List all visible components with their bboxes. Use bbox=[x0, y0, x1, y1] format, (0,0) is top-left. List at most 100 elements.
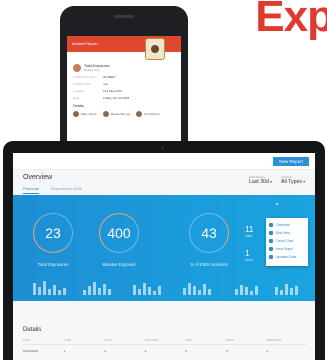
bar-chart-icon bbox=[269, 231, 273, 235]
tab-personal[interactable]: Personal bbox=[23, 186, 39, 194]
mini-stat-value: 11 bbox=[245, 225, 254, 234]
table-cell: 9 bbox=[185, 349, 187, 353]
table-cell: 4 bbox=[144, 349, 147, 353]
person-avatar-icon bbox=[102, 111, 109, 117]
row-key: Incident Number bbox=[73, 75, 96, 79]
tablet-device: New Report Overview Personal Department … bbox=[3, 141, 325, 360]
stat-label: Minutes Exposed bbox=[102, 262, 136, 267]
stat-label: % of EMS Incidents bbox=[190, 262, 228, 267]
gauge-icon[interactable]: ◔ bbox=[274, 200, 286, 212]
brand-wordmark: Exp bbox=[255, 0, 327, 41]
overview-tabs: Personal Department Wide bbox=[23, 186, 82, 194]
tablet-screen: New Report Overview Personal Department … bbox=[13, 153, 315, 360]
row-value: 123 Street Rd bbox=[103, 89, 122, 93]
table-cell: 10/02/2018 bbox=[23, 349, 39, 353]
stat-value: 43 bbox=[201, 225, 217, 241]
column-header[interactable]: PERSONAL bbox=[266, 338, 307, 342]
row-value: Yes bbox=[103, 82, 108, 86]
mini-stat: 1 Level bbox=[245, 249, 253, 262]
phone-section-title: Details bbox=[73, 104, 84, 108]
top-bar: New Report bbox=[13, 153, 315, 169]
phone-user: Total Exposures Details here bbox=[73, 64, 175, 72]
clock-icon bbox=[269, 223, 273, 227]
person-avatar-icon bbox=[136, 111, 143, 117]
person-name: Mary Jones bbox=[81, 111, 97, 116]
menu-item-label: Heat Graph bbox=[276, 247, 294, 251]
menu-item-overview[interactable]: Overview bbox=[269, 221, 305, 229]
mini-stat-value: 1 bbox=[245, 249, 250, 258]
phone-speaker bbox=[114, 15, 134, 18]
mini-bar-chart bbox=[183, 279, 211, 295]
trend-icon bbox=[269, 239, 273, 243]
new-report-button[interactable]: New Report bbox=[273, 157, 309, 166]
avatar bbox=[73, 64, 81, 72]
phone-user-sub: Details here bbox=[84, 68, 101, 72]
table-cell: 1 bbox=[63, 349, 66, 353]
phone-header: Incident Report bbox=[67, 36, 181, 60]
phone-content: Total Exposures Details here Incident Nu… bbox=[67, 52, 181, 117]
menu-item-label: Trend Chart bbox=[276, 239, 294, 243]
page-title: Overview bbox=[23, 174, 53, 181]
phone-device: Incident Report Total Exposures Details … bbox=[60, 6, 188, 148]
phone-people: Mary Jones Samantha Lee Tom Peters bbox=[73, 111, 175, 117]
stat-ring: 43 bbox=[189, 213, 229, 253]
person-chip[interactable]: Tom Peters bbox=[136, 111, 159, 117]
date-range-select[interactable]: Date Range Last 30d bbox=[249, 175, 272, 185]
table-row[interactable]: 10/02/2018 1 4 4 9 3 4 bbox=[23, 349, 307, 353]
column-header[interactable]: TYPE bbox=[64, 338, 105, 342]
menu-item-heat-graph[interactable]: Heat Graph bbox=[269, 245, 305, 253]
menu-item-label: Updated Data bbox=[276, 255, 297, 259]
column-header[interactable]: MINS bbox=[185, 338, 226, 342]
person-chip[interactable]: Mary Jones bbox=[73, 111, 97, 117]
details-section: Details DATE TYPE TOTAL EXPOSED MINS LEV… bbox=[13, 301, 315, 360]
mini-stat: 11 Total bbox=[245, 225, 253, 238]
menu-item-stat-view[interactable]: Stat View bbox=[269, 229, 305, 237]
mini-bar-chart bbox=[275, 279, 298, 295]
view-menu: Overview Stat View Trend Chart Heat Grap… bbox=[266, 218, 308, 266]
department-badge-icon bbox=[145, 38, 165, 60]
table-header: DATE TYPE TOTAL EXPOSED MINS LEVEL PERSO… bbox=[23, 338, 307, 345]
person-avatar-icon bbox=[73, 111, 79, 117]
refresh-icon bbox=[269, 255, 273, 259]
row-value: IN-18827 bbox=[103, 75, 116, 79]
overview-header: Overview Personal Department Wide Date R… bbox=[13, 169, 315, 195]
section-title: Details bbox=[23, 327, 42, 333]
phone-row: Location 123 Street Rd bbox=[73, 89, 175, 93]
table-cell: 4 bbox=[266, 349, 269, 353]
stat-ring: 23 bbox=[33, 213, 73, 253]
stat-label: Total Exposures bbox=[37, 262, 69, 267]
mini-bar-chart bbox=[83, 279, 111, 295]
phone-row: Incident Type Yes bbox=[73, 82, 175, 86]
column-header[interactable]: TOTAL bbox=[104, 338, 145, 342]
phone-screen: Incident Report Total Exposures Details … bbox=[67, 36, 181, 148]
phone-row: Incident Number IN-18827 bbox=[73, 75, 175, 79]
person-chip[interactable]: Samantha Lee bbox=[102, 111, 131, 117]
tab-department-wide[interactable]: Department Wide bbox=[51, 186, 82, 194]
tablet-camera bbox=[161, 146, 164, 149]
stat-value: 23 bbox=[45, 225, 61, 241]
mini-bar-chart bbox=[133, 279, 161, 295]
date-range-value: Last 30d bbox=[249, 179, 272, 185]
menu-item-updated-data[interactable]: Updated Data bbox=[269, 253, 305, 261]
mini-bar-chart bbox=[33, 279, 66, 295]
row-key: Location bbox=[73, 89, 85, 93]
menu-item-label: Overview bbox=[276, 223, 290, 227]
column-header[interactable]: LEVEL bbox=[226, 338, 267, 342]
column-header[interactable]: DATE bbox=[23, 338, 64, 342]
row-value: Friday, Oct 12 2018 bbox=[103, 96, 130, 100]
stats-panel: 23 Total Exposures 400 Minutes Exposed 4… bbox=[13, 195, 315, 301]
incident-type-value: All Types bbox=[281, 179, 305, 185]
phone-row: Date Friday, Oct 12 2018 bbox=[73, 96, 175, 100]
incident-type-select[interactable]: Incident All Types bbox=[281, 175, 305, 185]
table-cell: 3 bbox=[225, 349, 228, 353]
mini-stat-label: Level bbox=[245, 258, 253, 262]
column-header[interactable]: EXPOSED bbox=[145, 338, 186, 342]
row-key: Incident Type bbox=[73, 82, 91, 86]
table-cell: 4 bbox=[104, 349, 106, 353]
menu-item-trend-chart[interactable]: Trend Chart bbox=[269, 237, 305, 245]
menu-item-label: Stat View bbox=[276, 231, 290, 235]
phone-header-title: Incident Report bbox=[72, 42, 98, 46]
person-name: Samantha Lee bbox=[110, 111, 131, 116]
mini-bar-chart bbox=[235, 279, 258, 295]
person-name: Tom Peters bbox=[144, 111, 160, 116]
